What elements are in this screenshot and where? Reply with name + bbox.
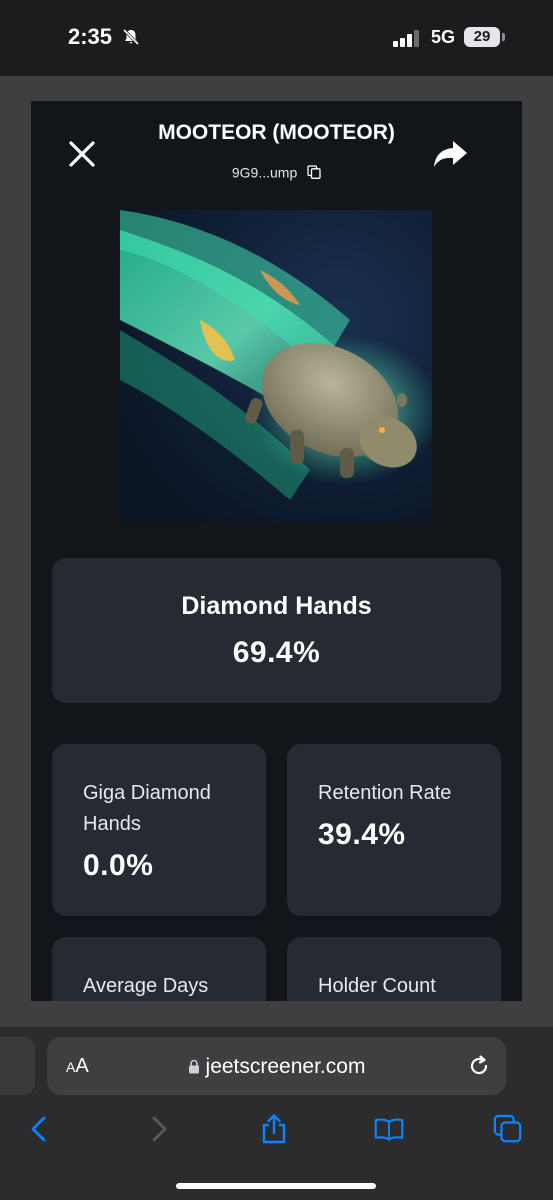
forward-icon[interactable] bbox=[143, 1113, 173, 1145]
address-row: 9G9...ump bbox=[31, 163, 522, 180]
average-days-label: Average Days bbox=[83, 975, 209, 997]
address-bar[interactable]: AA jeetscreener.com bbox=[47, 1037, 506, 1095]
giga-diamond-hands-value: 0.0% bbox=[83, 849, 154, 882]
retention-rate-label: Retention Rate bbox=[318, 782, 452, 804]
tabs-icon[interactable] bbox=[493, 1113, 523, 1145]
lock-icon bbox=[188, 1059, 199, 1074]
flying-hippo-comet-image bbox=[120, 210, 432, 522]
holder-count-label: Holder Count bbox=[318, 975, 436, 997]
bell-slash-icon bbox=[122, 28, 140, 46]
share-icon[interactable] bbox=[259, 1113, 289, 1145]
retention-rate-card: Retention Rate 39.4% bbox=[287, 744, 501, 916]
giga-diamond-hands-label: Giga Diamond Hands bbox=[83, 782, 211, 835]
giga-diamond-hands-card: Giga Diamond Hands 0.0% bbox=[52, 744, 266, 916]
battery-icon: 29 bbox=[464, 27, 500, 47]
status-bar: 2:35 5G 29 bbox=[0, 0, 553, 76]
home-indicator bbox=[176, 1183, 376, 1189]
token-address: 9G9...ump bbox=[231, 164, 298, 181]
network-type: 5G bbox=[431, 27, 456, 47]
token-detail-modal: MOOTEOR (MOOTEOR) 9G9...ump Diamond Hand… bbox=[31, 101, 522, 1001]
copy-icon[interactable] bbox=[307, 165, 321, 180]
url-display: jeetscreener.com bbox=[47, 1055, 506, 1079]
status-time: 2:35 bbox=[68, 24, 113, 49]
diamond-hands-label: Diamond Hands bbox=[181, 592, 372, 620]
holder-count-card: Holder Count bbox=[287, 937, 501, 1001]
reload-icon[interactable] bbox=[466, 1053, 492, 1079]
url-text: jeetscreener.com bbox=[205, 1055, 366, 1078]
previous-tab-preview[interactable] bbox=[0, 1037, 35, 1095]
diamond-hands-card: Diamond Hands 69.4% bbox=[52, 558, 501, 703]
retention-rate-value: 39.4% bbox=[318, 818, 406, 851]
diamond-hands-value: 69.4% bbox=[232, 636, 321, 669]
battery-tip bbox=[502, 33, 505, 41]
back-icon[interactable] bbox=[25, 1113, 55, 1145]
cellular-signal-icon bbox=[393, 29, 421, 47]
average-days-card: Average Days bbox=[52, 937, 266, 1001]
browser-bottom-bar: AA jeetscreener.com bbox=[0, 1027, 553, 1200]
bookmarks-icon[interactable] bbox=[374, 1113, 404, 1145]
